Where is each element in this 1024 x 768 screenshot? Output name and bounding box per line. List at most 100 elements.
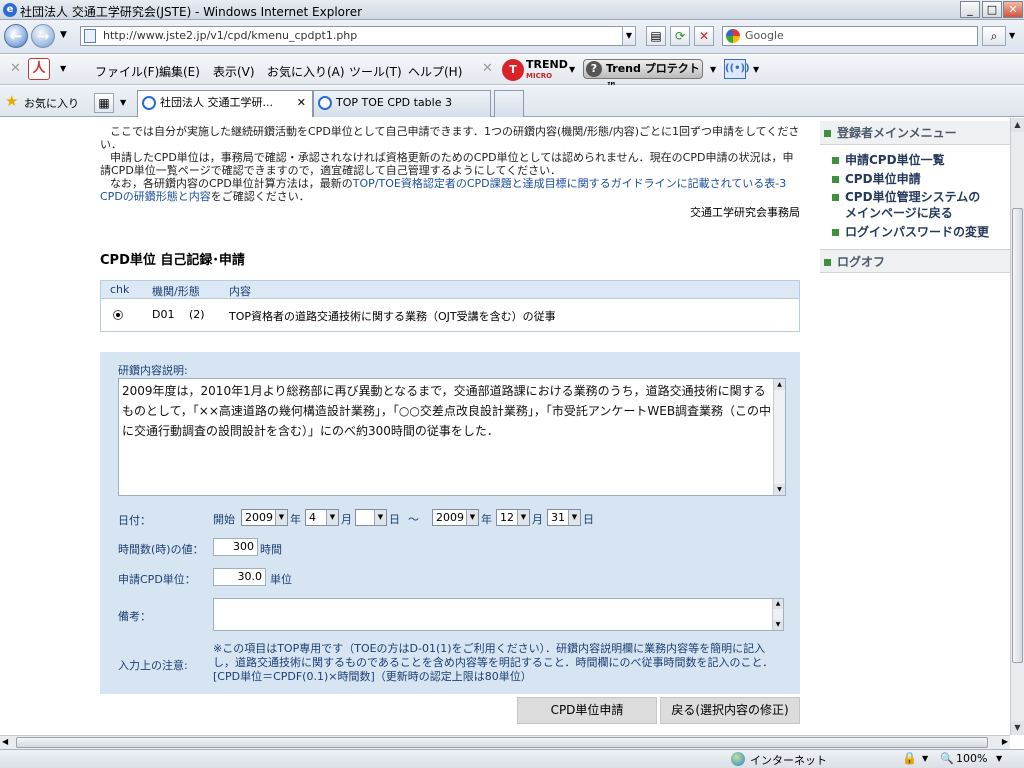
bullet-icon (832, 176, 839, 183)
section-title: CPD単位 自己記録･申請 (100, 253, 245, 268)
stop-icon[interactable]: ✕ (694, 26, 714, 46)
scroll-thumb[interactable] (16, 737, 988, 748)
menu-edit[interactable]: 編集(E) (159, 63, 200, 80)
pdf-dropdown-icon[interactable]: ▼ (60, 64, 66, 73)
search-options-icon[interactable]: ▼ (1009, 31, 1015, 40)
star-icon[interactable]: ★ (5, 92, 18, 110)
dropdown-arrow-icon: ▼ (466, 510, 478, 525)
tab-top-toe[interactable]: TOP TOE CPD table 3 (313, 90, 491, 117)
menu-file[interactable]: ファイル(F) (95, 63, 159, 80)
trend-close-icon[interactable]: ✕ (482, 61, 493, 76)
trend-micro-logo[interactable]: TREND MICRO (526, 58, 568, 81)
sidebar-item-cpd-apply[interactable]: CPD単位申請 (832, 171, 921, 187)
hours-input[interactable]: 300 (213, 538, 258, 556)
scroll-up-icon[interactable]: ▲ (774, 379, 785, 390)
zoom-icon[interactable]: 🔍 (940, 752, 954, 765)
sidebar-item-logoff[interactable]: ログオフ (820, 249, 1010, 273)
scroll-thumb[interactable] (1012, 208, 1023, 663)
row-num: (2) (189, 308, 205, 321)
intro-p3-end: をご確認ください． (210, 190, 310, 203)
page-vertical-scrollbar[interactable]: ▲ ▼ (1010, 118, 1024, 735)
page-horizontal-scrollbar[interactable]: ◀ ▶ (0, 735, 1010, 749)
zoom-dropdown-icon[interactable]: ▼ (996, 754, 1002, 763)
toolbar-close-icon[interactable]: ✕ (10, 61, 21, 76)
start-month-select[interactable]: 4 ▼ (305, 509, 339, 526)
history-dropdown-icon[interactable]: ▼ (60, 30, 67, 40)
tab-list-dropdown-icon[interactable]: ▼ (120, 98, 126, 107)
units-input[interactable]: 30.0 (213, 568, 266, 586)
maximize-button[interactable]: □ (982, 1, 1002, 18)
close-window-button[interactable]: ✕ (1003, 1, 1023, 18)
desc-scrollbar[interactable]: ▲ ▼ (773, 379, 785, 495)
back-modify-button[interactable]: 戻る(選択内容の修正) (660, 697, 800, 724)
start-year-select[interactable]: 2009 ▼ (241, 509, 288, 526)
sidebar-item-cpd-list[interactable]: 申請CPD単位一覧 (832, 152, 945, 168)
end-year-select[interactable]: 2009 ▼ (432, 509, 479, 526)
caution-label: 入力上の注意: (118, 659, 188, 672)
minimize-button[interactable]: _ (960, 1, 980, 18)
col-chk: chk (110, 283, 130, 296)
month-unit: 月 (341, 513, 352, 526)
trend-logo-top: TREND (526, 58, 568, 71)
end-day-select[interactable]: 31 ▼ (547, 509, 581, 526)
end-month-select[interactable]: 12 ▼ (496, 509, 530, 526)
intro-p3-text: なお，各研鑽内容のCPD単位計算方法は，最新の (110, 177, 353, 190)
scroll-up-icon[interactable]: ▲ (1011, 118, 1024, 132)
search-icon[interactable]: ⌕ (982, 26, 1006, 46)
wifi-icon[interactable]: ((•)) (724, 59, 750, 79)
tab-jste[interactable]: 社団法人 交通工学研... ✕ (137, 90, 313, 117)
table-row[interactable]: D01 (2) TOP資格者の道路交通技術に関する業務（OJT受講を含む）の従事 (101, 299, 799, 331)
bullet-icon (832, 157, 839, 164)
sidebar-item-password[interactable]: ログインパスワードの変更 (832, 224, 989, 240)
forward-button[interactable]: → (31, 24, 55, 48)
scroll-down-icon[interactable]: ▼ (1011, 721, 1024, 735)
zone-dropdown-icon[interactable]: ▼ (922, 754, 928, 763)
bullet-icon (824, 130, 831, 137)
search-input[interactable]: Google (722, 26, 978, 46)
url-dropdown-icon[interactable]: ▼ (622, 26, 636, 46)
url-input[interactable]: http://www.jste2.jp/v1/cpd/kmenu_cpdpt1.… (80, 26, 636, 46)
help-icon: ? (586, 61, 602, 77)
protected-mode-icon[interactable]: 🔒 (902, 751, 917, 765)
pdf-icon[interactable]: 人 (28, 58, 50, 80)
sidebar-header: 登録者メインメニュー (820, 121, 1010, 145)
row-radio[interactable] (113, 310, 123, 320)
trend-dropdown-icon[interactable]: ▼ (569, 65, 575, 74)
trend-protect-dropdown-icon[interactable]: ▼ (710, 65, 716, 74)
scroll-down-icon[interactable]: ▼ (773, 620, 783, 630)
menu-favorites[interactable]: お気に入り(A) (267, 63, 345, 80)
notes-scrollbar[interactable]: ▲ ▼ (772, 599, 783, 630)
sidebar-menu: 申請CPD単位一覧 CPD単位申請 CPD単位管理システムの メインページに戻る … (820, 146, 1010, 246)
menu-tools[interactable]: ツール(T) (349, 63, 402, 80)
trend-micro-icon: T (502, 59, 524, 81)
wifi-dropdown-icon[interactable]: ▼ (753, 65, 759, 74)
scroll-left-icon[interactable]: ◀ (2, 737, 8, 746)
quick-tabs-icon[interactable]: ▦ (94, 93, 114, 113)
menu-view[interactable]: 表示(V) (213, 63, 255, 80)
refresh-icon[interactable]: ⟳ (670, 26, 690, 46)
zoom-level[interactable]: 100% (956, 752, 987, 765)
row-content: TOP資格者の道路交通技術に関する業務（OJT受講を含む）の従事 (229, 310, 556, 323)
scroll-down-icon[interactable]: ▼ (774, 484, 785, 495)
menu-help[interactable]: ヘルプ(H) (408, 63, 462, 80)
desc-textarea[interactable]: 2009年度は，2010年1月より総務部に再び異動となるまで，交通部道路課におけ… (118, 378, 786, 496)
sidebar-item-main-page[interactable]: CPD単位管理システムの メインページに戻る (832, 189, 980, 221)
compat-view-icon[interactable]: ▤ (646, 26, 666, 46)
notes-textarea[interactable]: ▲ ▼ (213, 598, 784, 631)
back-button[interactable]: ← (4, 24, 28, 48)
dropdown-arrow-icon: ▼ (326, 510, 338, 525)
tab-close-icon[interactable]: ✕ (297, 91, 306, 115)
dropdown-arrow-icon: ▼ (568, 510, 580, 525)
dropdown-arrow-icon: ▼ (275, 510, 287, 525)
cpd-apply-button[interactable]: CPD単位申請 (517, 697, 657, 724)
window-titlebar: e 社団法人 交通工学研究会(JSTE) - Windows Internet … (0, 0, 1024, 20)
start-day-select[interactable]: ▼ (355, 509, 387, 526)
scroll-up-icon[interactable]: ▲ (773, 599, 783, 609)
new-tab-button[interactable] (494, 90, 524, 117)
dropdown-arrow-icon: ▼ (517, 510, 529, 525)
trend-protect-button[interactable]: ?Trend プロテクト™ (583, 59, 703, 93)
scroll-right-icon[interactable]: ▶ (1002, 737, 1008, 746)
security-zone[interactable]: インターネット (750, 752, 827, 768)
range-tilde: 〜 (408, 513, 419, 526)
favorites-button[interactable]: お気に入り (24, 95, 79, 111)
